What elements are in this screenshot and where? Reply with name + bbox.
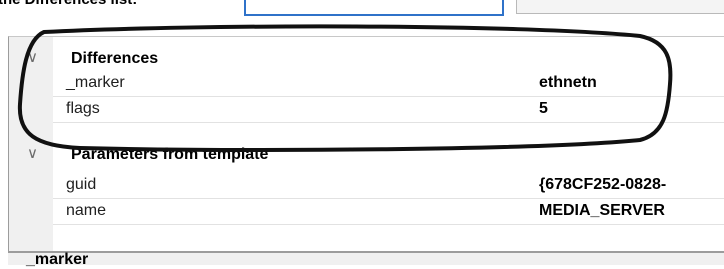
category-label: Parameters from template [71,146,269,163]
property-value[interactable]: 5 [539,100,548,118]
property-row-guid[interactable]: guid {678CF252-0828- [53,173,724,199]
category-differences[interactable]: ∨ Differences [9,47,724,71]
description-title: _marker [26,251,89,268]
property-name: flags [66,100,100,117]
top-strip: the Differences list: [0,0,724,36]
property-name: name [66,202,107,219]
category-parameters-from-template[interactable]: ∨ Parameters from template [9,143,724,167]
chevron-down-icon[interactable]: ∨ [27,144,38,162]
focused-field[interactable] [244,0,504,16]
property-row-marker[interactable]: _marker ethnetn [53,71,724,97]
chevron-down-icon[interactable]: ∨ [27,48,38,66]
category-label: Differences [71,50,159,67]
property-value[interactable]: {678CF252-0828- [539,176,666,194]
property-row-flags[interactable]: flags 5 [53,97,724,123]
instruction-caption: the Differences list: [0,0,137,8]
property-name: guid [66,176,97,193]
property-value[interactable]: ethnetn [539,74,597,92]
property-name: _marker [66,74,125,91]
toolbar-field[interactable] [516,0,724,14]
property-row-name[interactable]: name MEDIA_SERVER [53,199,724,225]
property-value[interactable]: MEDIA_SERVER [539,202,665,220]
description-panel: _marker [8,251,724,268]
property-grid: ∨ Differences _marker ethnetn flags 5 ∨ … [8,36,724,251]
